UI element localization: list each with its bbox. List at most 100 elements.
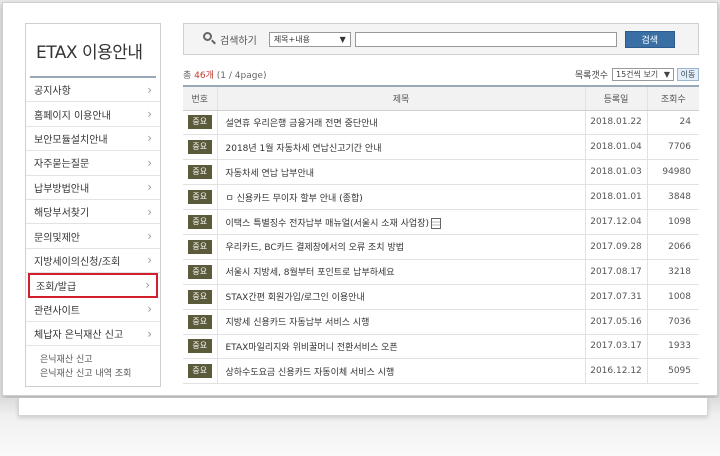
- row-date-cell: 2016.12.12: [584, 358, 647, 384]
- notice-title-link[interactable]: ㅁ 신용카드 무이자 할부 안내 (종합): [226, 194, 363, 204]
- sidebar-item[interactable]: 공지사항 ›: [26, 78, 160, 103]
- row-title-cell: 설연휴 우리은행 금융거래 전면 중단안내: [216, 110, 585, 135]
- page-size-label: 목록갯수: [574, 71, 608, 81]
- row-views-cell: 3848: [646, 184, 699, 210]
- notice-title-link[interactable]: 2018년 1월 자동차세 연납신고기간 안내: [226, 144, 382, 154]
- row-views-cell: 1933: [646, 334, 699, 359]
- page-size-select[interactable]: 15건씩 보기 ▼: [612, 68, 674, 81]
- sidebar-item-label: 해당부서찾기: [34, 208, 90, 220]
- row-views-cell: 1008: [646, 284, 699, 310]
- row-date-cell: 2018.01.01: [584, 184, 647, 210]
- sidebar-item-label: 관련사이트: [34, 305, 80, 317]
- chevron-right-icon: ›: [147, 204, 152, 219]
- sidebar-subitem[interactable]: 은닉재산 신고 내역 조회: [40, 366, 160, 380]
- table-row[interactable]: 중요 자동차세 연납 납부안내 2018.01.03 94980: [183, 159, 699, 185]
- sidebar-item[interactable]: 해당부서찾기 ›: [26, 200, 160, 225]
- chevron-right-icon: ›: [147, 107, 152, 122]
- notice-table: 번호 제목 등록일 조회수 중요 설연휴 우리은행 금융거래 전면 중단안내 201…: [183, 85, 699, 384]
- important-badge: 중요: [187, 289, 212, 304]
- row-date-cell: 2017.09.28: [584, 234, 647, 260]
- row-title-cell: ETAX마일리지와 위비꿀머니 전환서비스 오픈: [216, 334, 585, 359]
- sidebar-item-label: 공지사항: [34, 86, 71, 98]
- important-badge: 중요: [187, 264, 212, 279]
- row-title-cell: 2018년 1월 자동차세 연납신고기간 안내: [216, 134, 585, 160]
- sidebar-subitem[interactable]: 은닉재산 신고: [40, 352, 160, 366]
- notice-title-link[interactable]: ETAX마일리지와 위비꿀머니 전환서비스 오픈: [226, 343, 398, 353]
- dropdown-arrow-icon: ▼: [339, 34, 346, 44]
- attachment-icon: [431, 217, 441, 229]
- table-row[interactable]: 중요 서울시 지방세, 8월부터 포인트로 납부하세요 2017.08.17 3218: [183, 259, 699, 285]
- sidebar-item[interactable]: 관련사이트 ›: [26, 298, 160, 322]
- row-number-cell: 중요: [183, 135, 217, 160]
- table-row[interactable]: 중요 상하수도요금 신용카드 자동이체 서비스 시행 2016.12.12 5095: [183, 358, 699, 384]
- table-row[interactable]: 중요 설연휴 우리은행 금융거래 전면 중단안내 2018.01.22 24: [183, 110, 699, 135]
- page-frame: ETAX 이용안내 공지사항 › 홈페이지 이용안내 › 보안모듈설치안내 › 자주묻는질문…: [2, 2, 718, 396]
- table-row[interactable]: 중요 2018년 1월 자동차세 연납신고기간 안내 2018.01.04 7706: [183, 134, 699, 160]
- dropdown-arrow-icon: ▼: [663, 70, 670, 79]
- table-row[interactable]: 중요 ㅁ 신용카드 무이자 할부 안내 (종합) 2018.01.01 3848: [183, 184, 699, 210]
- sidebar-item[interactable]: 지방세이의신청/조회 ›: [26, 249, 160, 274]
- notice-title-link[interactable]: 지방세 신용카드 자동납부 서비스 시행: [226, 318, 370, 328]
- page-size-value: 15건씩 보기: [616, 70, 659, 79]
- row-date-cell: 2017.03.17: [584, 334, 647, 359]
- chevron-right-icon: ›: [147, 131, 152, 146]
- total-count-value: 46개: [194, 71, 214, 81]
- row-views-cell: 24: [646, 110, 699, 135]
- search-icon: [202, 32, 216, 46]
- important-badge: 중요: [187, 215, 212, 229]
- notice-title-link[interactable]: 우리카드, BC카드 결제창에서의 오류 조치 방법: [226, 243, 405, 253]
- table-row[interactable]: 중요 지방세 신용카드 자동납부 서비스 시행 2017.05.16 7036: [183, 309, 699, 335]
- sidebar-item[interactable]: 조회/발급 ›: [28, 273, 158, 298]
- search-button[interactable]: 검색: [624, 30, 675, 48]
- row-number-cell: 중요: [183, 334, 217, 359]
- sidebar-item[interactable]: 체납자 은닉재산 신고 ›: [26, 322, 160, 347]
- table-row[interactable]: 중요 ETAX마일리지와 위비꿀머니 전환서비스 오픈 2017.03.17 1933: [183, 334, 699, 359]
- row-views-cell: 7706: [646, 134, 699, 160]
- sidebar-item[interactable]: 홈페이지 이용안내 ›: [26, 102, 160, 127]
- sidebar-item-label: 보안모듈설치안내: [34, 134, 108, 146]
- sidebar-item[interactable]: 자주묻는질문 ›: [26, 151, 160, 176]
- notice-title-link[interactable]: 상하수도요금 신용카드 자동이체 서비스 시행: [226, 368, 395, 378]
- sidebar-item[interactable]: 문의및제안 ›: [26, 224, 160, 249]
- move-button[interactable]: 이동: [677, 68, 699, 81]
- row-number-cell: 중요: [183, 359, 217, 384]
- column-header-date: 등록일: [584, 86, 647, 111]
- row-date-cell: 2017.08.17: [584, 259, 647, 285]
- row-number-cell: 중요: [183, 284, 217, 309]
- search-input[interactable]: [354, 31, 617, 47]
- chevron-right-icon: ›: [147, 253, 152, 268]
- notice-title-link[interactable]: 설연휴 우리은행 금융거래 전면 중단안내: [226, 119, 378, 129]
- table-row[interactable]: 중요 우리카드, BC카드 결제창에서의 오류 조치 방법 2017.09.28 20…: [183, 234, 699, 260]
- sidebar-item-label: 문의및제안: [34, 232, 80, 244]
- notice-title-link[interactable]: 서울시 지방세, 8월부터 포인트로 납부하세요: [226, 268, 395, 278]
- chevron-right-icon: ›: [147, 82, 152, 97]
- table-body: 중요 설연휴 우리은행 금융거래 전면 중단안내 2018.01.22 24 중요 201…: [183, 110, 699, 384]
- table-row[interactable]: 중요 STAX간편 회원가입/로그인 이용안내 2017.07.31 1008: [183, 284, 699, 310]
- notice-title-link[interactable]: STAX간편 회원가입/로그인 이용안내: [226, 293, 365, 303]
- row-date-cell: 2017.05.16: [584, 309, 647, 335]
- search-label: 검색하기: [220, 35, 257, 47]
- list-meta: 총 46개 (1 / 4page) 목록갯수 15건씩 보기 ▼ 이동: [183, 55, 699, 85]
- chevron-right-icon: ›: [147, 155, 152, 170]
- chevron-right-icon: ›: [147, 302, 152, 317]
- sidebar-item[interactable]: 납부방법안내 ›: [26, 176, 160, 200]
- notice-title-link[interactable]: 이택스 특별징수 전자납부 매뉴얼(서울시 소재 사업장): [226, 219, 430, 229]
- underlying-sheet: [18, 398, 708, 416]
- sidebar-item-label: 지방세이의신청/조회: [34, 256, 121, 268]
- sidebar-item[interactable]: 보안모듈설치안내 ›: [26, 127, 160, 152]
- row-number-cell: 중요: [183, 160, 217, 185]
- page-info: (1 / 4page): [216, 71, 267, 81]
- row-views-cell: 2066: [646, 234, 699, 260]
- search-bar: 검색하기 제목+내용 ▼ 검색: [183, 23, 699, 55]
- row-number-cell: 중요: [183, 309, 217, 334]
- search-type-select[interactable]: 제목+내용 ▼: [268, 31, 351, 47]
- sidebar-item-label: 자주묻는질문: [34, 159, 90, 171]
- row-number-cell: 중요: [183, 185, 217, 210]
- row-number-cell: 중요: [183, 234, 217, 259]
- row-title-cell: 지방세 신용카드 자동납부 서비스 시행: [216, 309, 585, 335]
- row-title-cell: 이택스 특별징수 전자납부 매뉴얼(서울시 소재 사업장): [216, 209, 585, 235]
- important-badge: 중요: [187, 190, 212, 205]
- notice-title-link[interactable]: 자동차세 연납 납부안내: [226, 169, 315, 179]
- page-shadow: [0, 398, 720, 456]
- table-row[interactable]: 중요 이택스 특별징수 전자납부 매뉴얼(서울시 소재 사업장) 2017.12.0…: [183, 209, 699, 235]
